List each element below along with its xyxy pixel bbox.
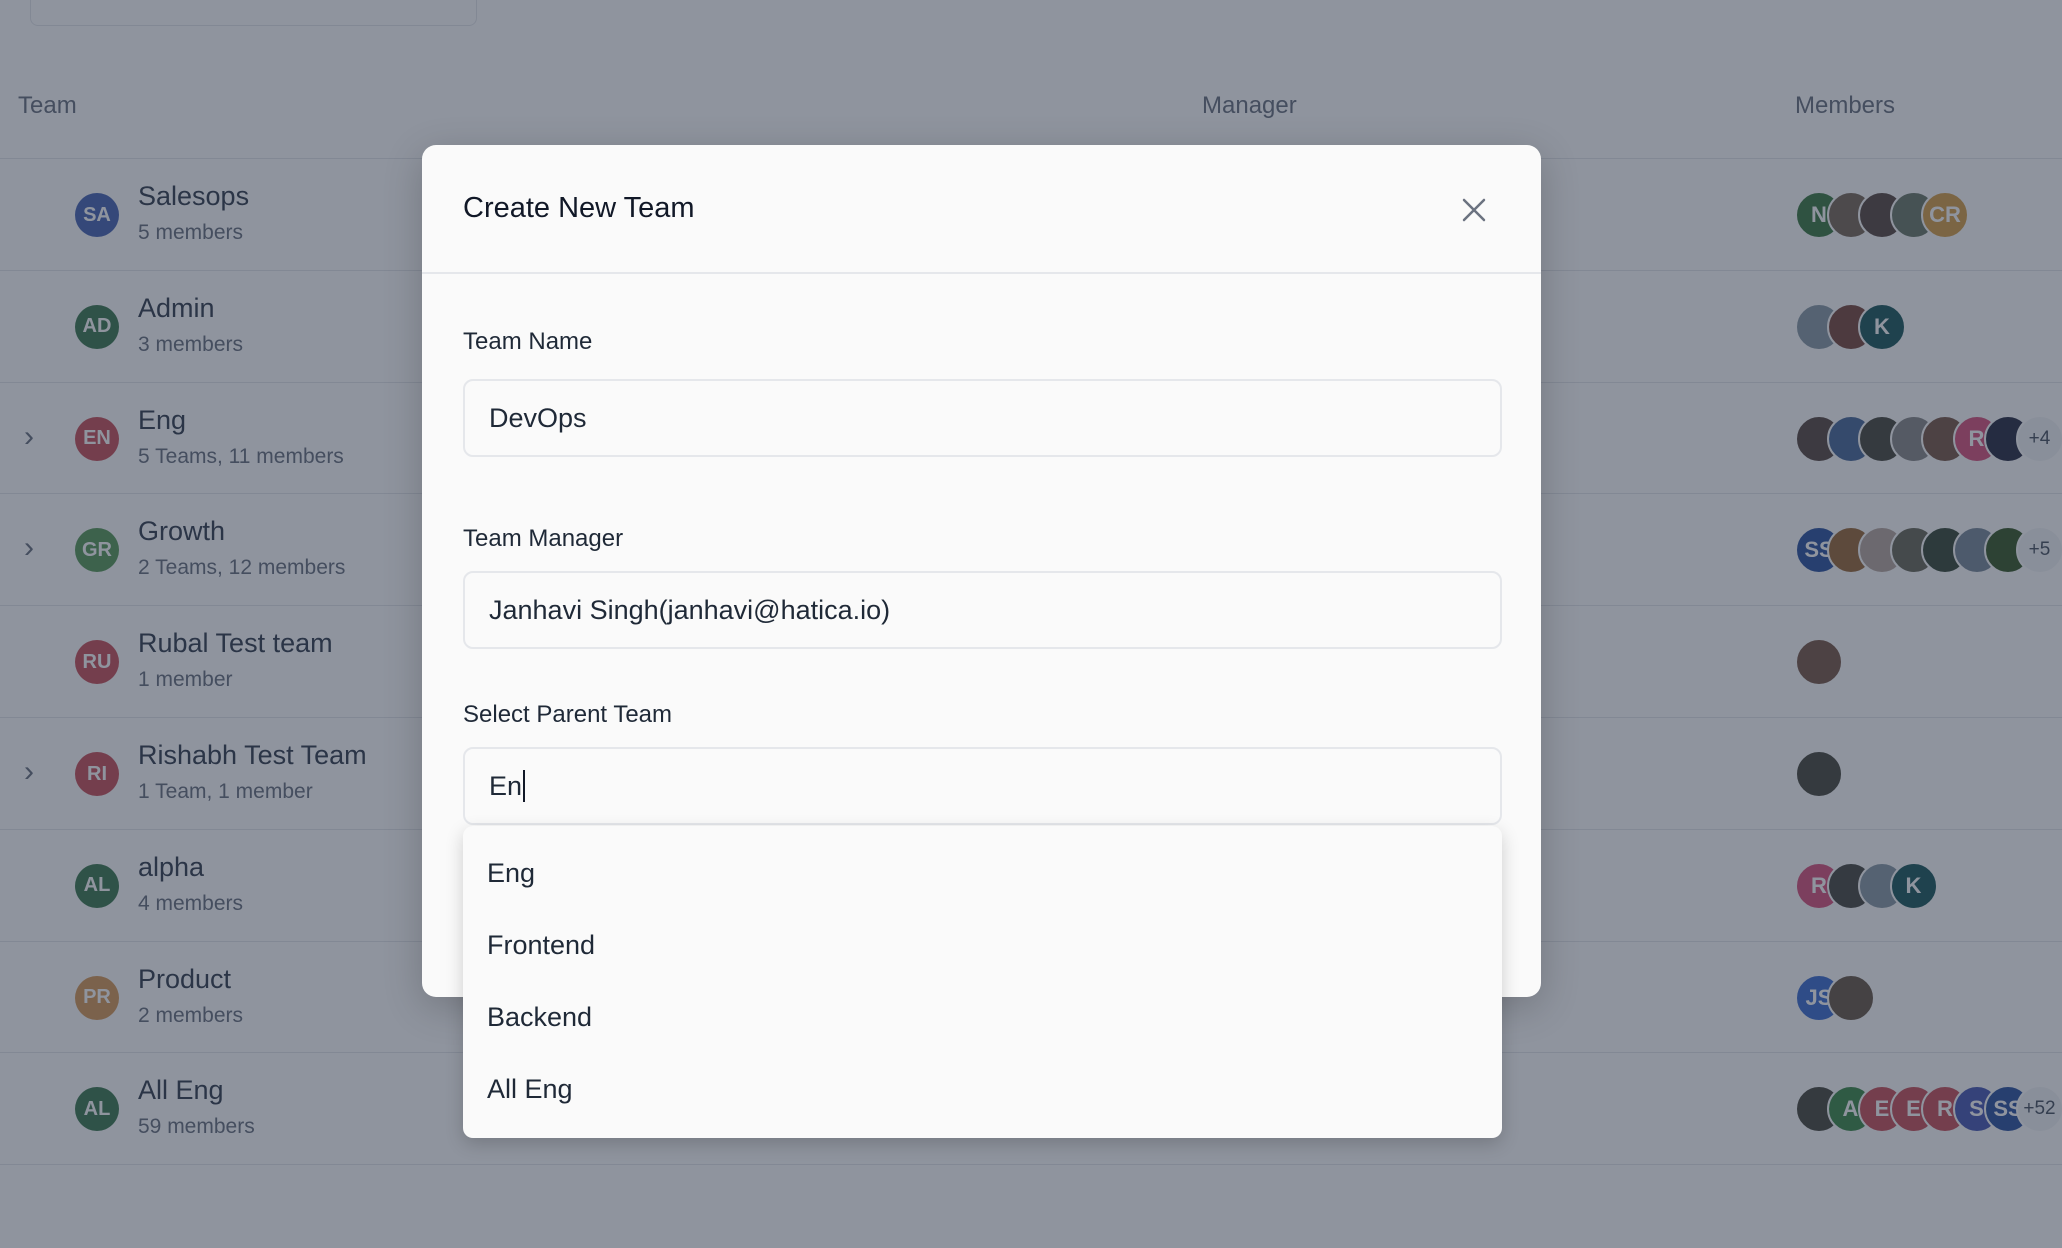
team-name-value: DevOps [489,402,587,433]
parent-team-input[interactable]: En [463,747,1502,825]
parent-team-dropdown: Eng Frontend Backend All Eng [463,826,1502,1138]
close-icon[interactable] [1459,195,1489,225]
option-eng[interactable]: Eng [487,858,535,889]
team-manager-select[interactable]: Janhavi Singh(janhavi@hatica.io) [463,571,1502,649]
parent-team-label: Select Parent Team [463,701,673,728]
modal-header: Create New Team [422,145,1541,274]
modal-title: Create New Team [463,192,695,224]
option-backend[interactable]: Backend [487,1002,592,1033]
option-frontend[interactable]: Frontend [487,930,595,961]
team-name-input[interactable]: DevOps [463,379,1502,457]
team-manager-label: Team Manager [463,525,624,552]
parent-team-value: En [489,770,523,801]
team-name-label: Team Name [463,328,593,355]
option-all-eng[interactable]: All Eng [487,1074,573,1105]
team-manager-value: Janhavi Singh(janhavi@hatica.io) [489,594,891,625]
text-caret [523,770,526,802]
